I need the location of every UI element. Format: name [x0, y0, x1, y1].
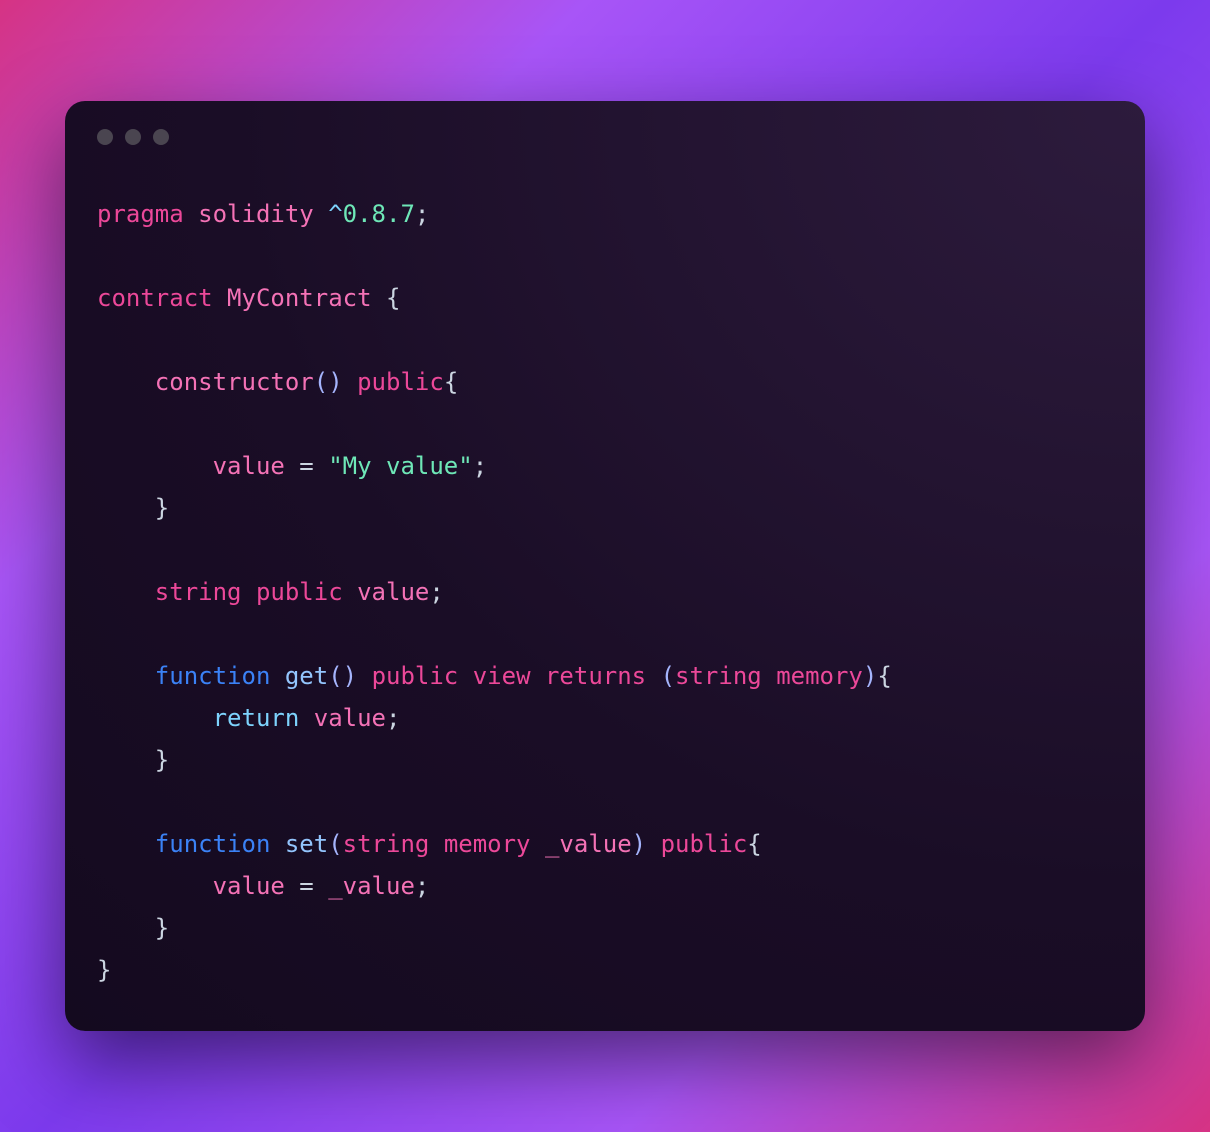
code-token: = — [299, 452, 313, 480]
code-token: function — [155, 830, 271, 858]
code-token — [531, 662, 545, 690]
code-token: } — [97, 494, 169, 522]
code-token — [97, 872, 213, 900]
code-token: solidity — [198, 200, 314, 228]
code-token — [184, 200, 198, 228]
code-token: { — [747, 830, 761, 858]
code-token: value — [213, 872, 285, 900]
code-token — [242, 578, 256, 606]
code-token: public — [372, 662, 459, 690]
code-window: pragma solidity ^0.8.7; contract MyContr… — [65, 101, 1145, 1031]
code-token: = — [299, 872, 313, 900]
code-token: view — [473, 662, 531, 690]
code-token: memory — [444, 830, 531, 858]
code-token — [646, 830, 660, 858]
code-token: () — [314, 368, 343, 396]
code-token — [213, 284, 227, 312]
code-token — [270, 830, 284, 858]
code-token: constructor — [155, 368, 314, 396]
window-dot-close[interactable] — [97, 129, 113, 145]
code-token — [299, 704, 313, 732]
code-token: { — [372, 284, 401, 312]
code-token: { — [877, 662, 891, 690]
code-token: ( — [661, 662, 675, 690]
code-block[interactable]: pragma solidity ^0.8.7; contract MyContr… — [97, 193, 1113, 991]
code-token: { — [444, 368, 458, 396]
code-token — [458, 662, 472, 690]
code-token — [97, 830, 155, 858]
code-token: MyContract — [227, 284, 372, 312]
code-token: ; — [473, 452, 487, 480]
window-dot-minimize[interactable] — [125, 129, 141, 145]
code-token: string — [155, 578, 242, 606]
code-token: } — [97, 914, 169, 942]
code-token — [357, 662, 371, 690]
code-token: public — [256, 578, 343, 606]
code-token: 0.8.7 — [343, 200, 415, 228]
code-token — [314, 200, 328, 228]
code-token — [270, 662, 284, 690]
code-token — [285, 872, 299, 900]
code-token — [762, 662, 776, 690]
code-token — [531, 830, 545, 858]
code-token: string — [675, 662, 762, 690]
code-token: value — [357, 578, 429, 606]
code-token — [314, 452, 328, 480]
code-token: function — [155, 662, 271, 690]
code-token — [314, 872, 328, 900]
window-dot-maximize[interactable] — [153, 129, 169, 145]
code-token: ; — [415, 200, 429, 228]
code-token: get — [285, 662, 328, 690]
code-token: () — [328, 662, 357, 690]
code-token — [429, 830, 443, 858]
code-token: string — [343, 830, 430, 858]
code-token — [97, 578, 155, 606]
code-token: value — [213, 452, 285, 480]
code-token: ; — [415, 872, 429, 900]
code-token: ) — [632, 830, 646, 858]
code-token: ; — [429, 578, 443, 606]
code-token: _value — [328, 872, 415, 900]
code-token: pragma — [97, 200, 184, 228]
code-token: set — [285, 830, 328, 858]
code-token: value — [314, 704, 386, 732]
code-token: ^ — [328, 200, 342, 228]
window-titlebar — [97, 129, 1113, 145]
code-token — [343, 578, 357, 606]
code-token — [97, 368, 155, 396]
code-token — [97, 662, 155, 690]
code-token: } — [97, 746, 169, 774]
code-token: _value — [545, 830, 632, 858]
code-token: memory — [776, 662, 863, 690]
code-token: contract — [97, 284, 213, 312]
code-token: ) — [863, 662, 877, 690]
code-token: public — [357, 368, 444, 396]
code-token — [646, 662, 660, 690]
code-token: return — [213, 704, 300, 732]
code-token — [97, 704, 213, 732]
code-token: ; — [386, 704, 400, 732]
code-token — [343, 368, 357, 396]
code-token: } — [97, 956, 111, 984]
code-token: public — [661, 830, 748, 858]
code-token: ( — [328, 830, 342, 858]
code-token — [285, 452, 299, 480]
code-token — [97, 452, 213, 480]
code-token: returns — [545, 662, 646, 690]
code-token: "My value" — [328, 452, 473, 480]
